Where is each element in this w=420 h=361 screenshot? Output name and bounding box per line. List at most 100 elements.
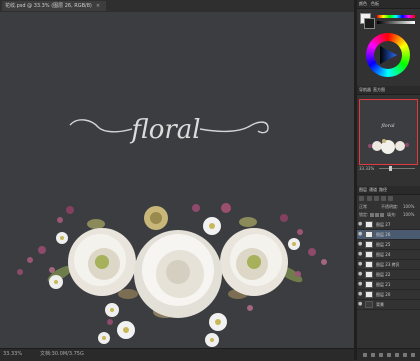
tab-histogram[interactable]: 直方图 xyxy=(373,86,385,94)
floral-title-text: floral xyxy=(129,115,200,145)
right-panel: 颜色 色板 导航器 直方图 floral 33.33% 图层 通道 路径 正常 … xyxy=(357,0,420,360)
navigator-zoom-slider[interactable] xyxy=(379,168,415,169)
value-slider[interactable] xyxy=(377,21,415,24)
opacity-value[interactable]: 100% xyxy=(403,203,414,210)
layer-thumbnail xyxy=(365,291,373,298)
filter-type-icon[interactable] xyxy=(381,196,386,201)
eye-icon[interactable]: ● xyxy=(358,301,363,307)
tab-navigator[interactable]: 导航器 xyxy=(359,86,371,94)
layer-row[interactable]: ● 图层 27 xyxy=(357,220,420,230)
layer-row-selected[interactable]: ● 图层 26 xyxy=(357,230,420,240)
filter-pixel-icon[interactable] xyxy=(367,196,372,201)
color-triangle[interactable] xyxy=(366,33,410,77)
layer-row[interactable]: ● 图层 23 拷贝 xyxy=(357,260,420,270)
eye-icon[interactable]: ● xyxy=(358,231,363,237)
right-peony xyxy=(220,228,288,296)
layer-thumbnail xyxy=(365,301,373,308)
new-layer-icon[interactable] xyxy=(403,353,407,357)
filter-kind-icon[interactable] xyxy=(359,196,364,201)
zoom-level[interactable]: 33.33% xyxy=(3,349,22,360)
layer-style-icon[interactable] xyxy=(371,353,375,357)
navigator-preview[interactable]: floral xyxy=(359,99,418,165)
layer-thumbnail xyxy=(365,271,373,278)
layer-row[interactable]: ● 图层 25 xyxy=(357,240,420,250)
layer-name: 图层 22 xyxy=(376,272,391,277)
layer-thumbnail xyxy=(365,251,373,258)
color-panel xyxy=(357,9,420,85)
color-wheel[interactable] xyxy=(366,33,410,77)
layer-name: 图层 27 xyxy=(376,222,391,227)
nav-title-text: floral xyxy=(380,123,395,129)
layer-name: 图层 23 拷贝 xyxy=(376,262,400,267)
lock-all-icon[interactable] xyxy=(380,213,384,217)
layer-row[interactable]: ● 图层 22 xyxy=(357,270,420,280)
filter-adjust-icon[interactable] xyxy=(374,196,379,201)
blend-mode-select[interactable]: 正常 xyxy=(359,203,367,210)
tab-color[interactable]: 颜色 xyxy=(359,0,367,8)
layer-filter-row xyxy=(357,195,420,202)
layer-row[interactable]: ● 图层 21 xyxy=(357,280,420,290)
lock-row: 锁定: 填充: 100% xyxy=(357,211,420,218)
eye-icon[interactable]: ● xyxy=(358,241,363,247)
layer-row[interactable]: ● 图层 24 xyxy=(357,250,420,260)
layer-thumbnail xyxy=(365,241,373,248)
layer-thumbnail xyxy=(365,221,373,228)
layer-name: 背景 xyxy=(376,302,384,307)
yellow-flower xyxy=(144,206,168,230)
layer-name: 图层 20 xyxy=(376,292,391,297)
adjustment-layer-icon[interactable] xyxy=(387,353,391,357)
layer-name: 图层 24 xyxy=(376,252,391,257)
hue-slider[interactable] xyxy=(377,15,415,18)
swirl-left xyxy=(69,119,133,133)
eye-icon[interactable]: ● xyxy=(358,271,363,277)
blend-row: 正常 不透明度: 100% xyxy=(357,203,420,210)
navigator-thumbnail: floral xyxy=(368,123,409,154)
layer-thumbnail xyxy=(365,261,373,268)
navigator-panel-tabs: 导航器 直方图 xyxy=(357,86,420,95)
document-tab-title: 花纹.psd @ 33.3% (图层 26, RGB/8) xyxy=(5,3,92,9)
eye-icon[interactable]: ● xyxy=(358,281,363,287)
layer-name: 图层 21 xyxy=(376,282,391,287)
lock-position-icon[interactable] xyxy=(375,213,379,217)
navigator-zoom-handle[interactable] xyxy=(389,166,392,171)
document-tab[interactable]: 花纹.psd @ 33.3% (图层 26, RGB/8) × xyxy=(2,1,107,11)
background-swatch[interactable] xyxy=(364,18,375,29)
document-info: 文档:30.0M/3.75G xyxy=(40,351,84,357)
navigator-zoom[interactable]: 33.33% xyxy=(359,166,374,172)
layer-name: 图层 26 xyxy=(376,232,391,237)
layers-footer xyxy=(357,348,420,360)
left-peony xyxy=(68,228,136,296)
fill-value[interactable]: 100% xyxy=(403,211,414,218)
eye-icon[interactable]: ● xyxy=(358,291,363,297)
tab-swatches[interactable]: 色板 xyxy=(371,0,379,8)
eye-icon[interactable]: ● xyxy=(358,261,363,267)
tab-channels[interactable]: 通道 xyxy=(369,186,377,194)
eye-icon[interactable]: ● xyxy=(358,251,363,257)
delete-layer-icon[interactable] xyxy=(411,353,415,357)
status-bar: 33.33% 文档:30.0M/3.75G xyxy=(0,348,354,361)
floral-artwork: floral xyxy=(17,115,327,347)
lock-label: 锁定: xyxy=(359,212,369,217)
new-group-icon[interactable] xyxy=(395,353,399,357)
fill-label: 填充: xyxy=(387,212,397,217)
navigator-zoom-row: 33.33% xyxy=(357,166,420,172)
layer-row[interactable]: ● 图层 20 xyxy=(357,290,420,300)
canvas-area[interactable]: floral xyxy=(0,12,354,348)
link-layers-icon[interactable] xyxy=(363,353,367,357)
center-peony xyxy=(134,230,222,318)
tab-paths[interactable]: 路径 xyxy=(379,186,387,194)
opacity-label: 不透明度: xyxy=(381,204,399,209)
layer-row-background[interactable]: ● 背景 xyxy=(357,300,420,310)
lock-pixels-icon[interactable] xyxy=(370,213,374,217)
close-tab-icon[interactable]: × xyxy=(96,3,100,9)
eye-icon[interactable]: ● xyxy=(358,221,363,227)
layer-thumbnail xyxy=(365,231,373,238)
filter-shape-icon[interactable] xyxy=(388,196,393,201)
layers-panel-tabs: 图层 通道 路径 xyxy=(357,186,420,195)
layer-thumbnail xyxy=(365,281,373,288)
add-mask-icon[interactable] xyxy=(379,353,383,357)
layer-name: 图层 25 xyxy=(376,242,391,247)
color-panel-tabs: 颜色 色板 xyxy=(357,0,420,9)
tab-layers[interactable]: 图层 xyxy=(359,186,367,194)
swirl-right xyxy=(199,121,269,134)
